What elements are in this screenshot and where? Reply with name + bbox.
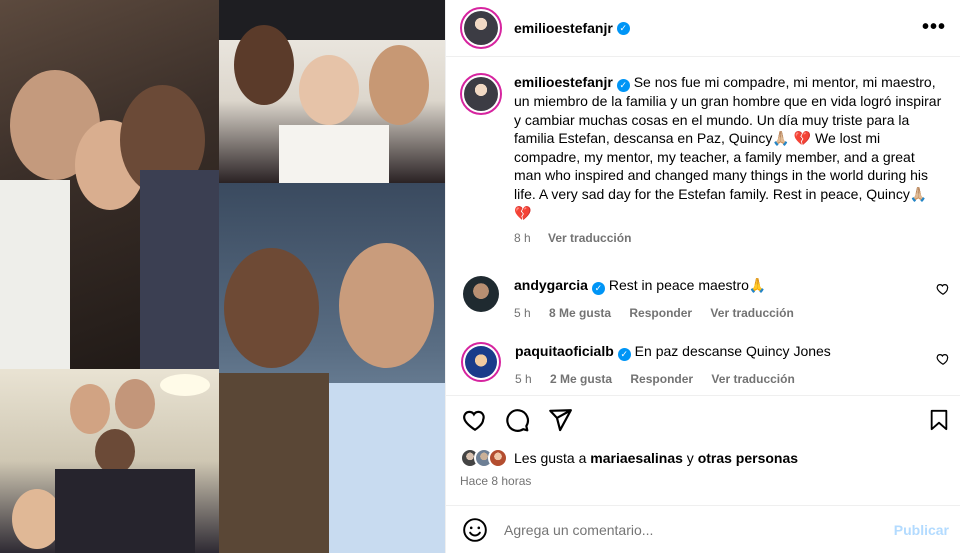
post-image-collage[interactable]: [0, 0, 445, 553]
likes-user-link[interactable]: mariaesalinas: [590, 450, 683, 466]
caption-username[interactable]: emilioestefanjr: [514, 74, 613, 90]
comment-translate-link[interactable]: Ver traducción: [711, 372, 794, 386]
comment-meta: 5 h 8 Me gusta Responder Ver traducción: [514, 304, 924, 322]
comment-time[interactable]: 5 h: [514, 306, 531, 320]
caption-time[interactable]: 8 h: [514, 231, 531, 245]
verified-badge-icon: ✓: [591, 282, 605, 295]
comment-translate-link[interactable]: Ver traducción: [710, 306, 793, 320]
like-heart-icon[interactable]: [462, 407, 488, 433]
comment-input[interactable]: [504, 521, 894, 538]
comment-like-heart-icon[interactable]: [936, 282, 950, 296]
verified-badge-icon: ✓: [617, 348, 631, 361]
photo-family-group: [0, 369, 219, 553]
author-username[interactable]: emilioestefanjr: [514, 20, 613, 36]
photo-two-men: [219, 183, 445, 553]
author-avatar[interactable]: [460, 7, 502, 49]
photo-graduation: [219, 0, 445, 183]
comment-reply-button[interactable]: Responder: [630, 372, 693, 386]
liker-avatar: [488, 448, 508, 468]
comment-text-block: andygarcia ✓ Rest in peace maestro🙏: [514, 276, 924, 295]
comment-text-block: paquitaoficialb ✓ En paz descanse Quincy …: [515, 342, 925, 361]
share-paper-plane-icon[interactable]: [547, 407, 573, 433]
caption-author-avatar[interactable]: [460, 73, 502, 115]
post-timestamp[interactable]: Hace 8 horas: [460, 474, 531, 488]
comment-time[interactable]: 5 h: [515, 372, 532, 386]
comment-bubble-icon[interactable]: [504, 407, 530, 433]
likes-prefix: Les gusta a: [514, 450, 591, 466]
comment-username[interactable]: andygarcia: [514, 277, 588, 293]
likes-others-link[interactable]: otras personas: [698, 450, 798, 466]
likes-summary: Les gusta a mariaesalinas y otras person…: [460, 448, 798, 468]
comment-item: andygarcia ✓ Rest in peace maestro🙏 5 h 8…: [460, 276, 950, 322]
comment-composer: Publicar: [446, 505, 960, 553]
comment-reply-button[interactable]: Responder: [629, 306, 692, 320]
likes-text: Les gusta a mariaesalinas y otras person…: [514, 450, 798, 466]
caption-meta: 8 h Ver traducción: [514, 229, 944, 248]
emoji-smiley-icon[interactable]: [462, 517, 488, 543]
comment-username[interactable]: paquitaoficialb: [515, 343, 614, 359]
caption-text-block: emilioestefanjr ✓ Se nos fue mi compadre,…: [514, 73, 944, 222]
post-header: emilioestefanjr ✓ •••: [446, 0, 960, 57]
commenter-avatar[interactable]: [461, 342, 501, 382]
verified-badge-icon: ✓: [616, 79, 630, 92]
likes-middle: y: [682, 450, 698, 466]
comment-text: Rest in peace maestro🙏: [604, 277, 767, 293]
comment-likes[interactable]: 8 Me gusta: [549, 306, 611, 320]
photo-group-three-people: [0, 0, 219, 369]
post-detail-pane: emilioestefanjr ✓ ••• emilioestefanjr ✓ S…: [445, 0, 960, 553]
more-options-icon[interactable]: •••: [922, 17, 946, 37]
publish-button[interactable]: Publicar: [894, 522, 949, 538]
commenter-avatar[interactable]: [463, 276, 499, 312]
comment-item: paquitaoficialb ✓ En paz descanse Quincy …: [460, 342, 950, 388]
comment-meta: 5 h 2 Me gusta Responder Ver traducción: [515, 370, 925, 388]
comment-text: En paz descanse Quincy Jones: [630, 343, 831, 359]
comment-likes[interactable]: 2 Me gusta: [550, 372, 612, 386]
comment-like-heart-icon[interactable]: [936, 352, 950, 366]
caption-translate-link[interactable]: Ver traducción: [548, 231, 631, 245]
caption-text: Se nos fue mi compadre, mi mentor, mi ma…: [514, 74, 942, 221]
post-caption: emilioestefanjr ✓ Se nos fue mi compadre,…: [460, 73, 950, 248]
post-action-bar: [446, 395, 960, 439]
verified-badge-icon: ✓: [616, 21, 630, 35]
save-bookmark-icon[interactable]: [928, 407, 950, 433]
